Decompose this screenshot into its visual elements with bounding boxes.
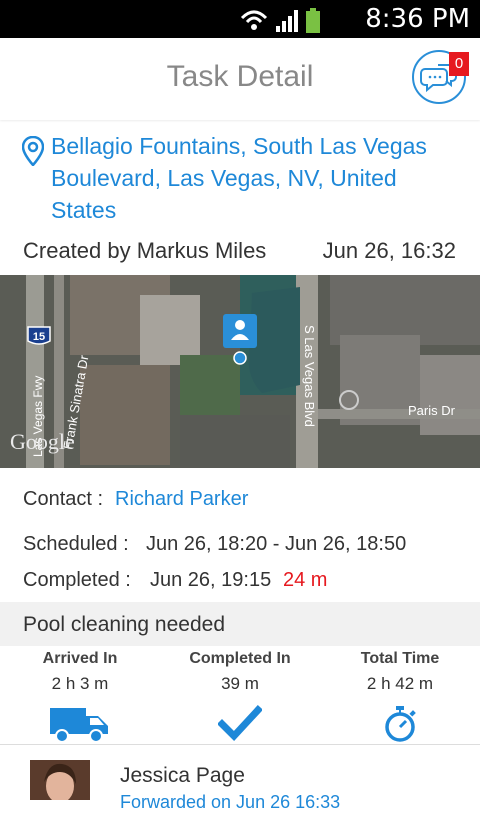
scheduled-label: Scheduled : — [23, 533, 129, 555]
stat-label: Arrived In — [42, 650, 118, 667]
map-label-paris-dr: Paris Dr — [408, 403, 456, 418]
status-icons — [238, 6, 358, 39]
stat-label: Completed In — [189, 650, 291, 667]
location-pin-icon — [21, 135, 45, 171]
completed-late-badge: 24 m — [283, 569, 328, 591]
status-bar: 8:36 PM — [0, 0, 480, 38]
assignee-name: Jessica Page — [120, 764, 245, 787]
stat-arrived-in: Arrived In 2 h 3 m — [0, 650, 160, 749]
stat-completed-in: Completed In 39 m — [160, 650, 320, 749]
checkmark-icon — [217, 705, 263, 742]
page-title: Task Detail — [166, 60, 314, 93]
completed-value: Jun 26, 19:15 — [150, 569, 272, 591]
assignee-forwarded: Forwarded on Jun 26 16:33 — [120, 792, 341, 812]
map-google-logo: Google — [10, 429, 75, 454]
stopwatch-icon — [385, 706, 416, 742]
stat-total-time: Total Time 2 h 42 m — [320, 650, 480, 749]
interstate-15-label: 15 — [33, 331, 45, 343]
task-address[interactable]: Bellagio Fountains, South Las Vegas Boul… — [51, 130, 461, 226]
app-header: Task Detail 0 — [0, 38, 480, 120]
status-time: 8:36 PM — [365, 4, 470, 34]
signal-icon — [276, 10, 298, 32]
chat-count-badge: 0 — [449, 52, 469, 76]
stat-value: 2 h 3 m — [51, 674, 109, 693]
task-note: Pool cleaning needed — [23, 613, 226, 636]
section-divider — [0, 744, 480, 745]
truck-icon — [50, 708, 108, 743]
stat-value: 2 h 42 m — [366, 674, 434, 693]
map-view[interactable]: 15 Frank Sinatra Dr Las Vegas Fwy S Las … — [0, 275, 480, 468]
map-label-las-vegas-blvd: S Las Vegas Blvd — [302, 325, 317, 427]
battery-icon — [306, 8, 320, 33]
contact-name-link[interactable]: Richard Parker — [115, 488, 248, 511]
scheduled-value: Jun 26, 18:20 - Jun 26, 18:50 — [146, 533, 407, 555]
contact-label: Contact : — [23, 488, 104, 510]
created-by: Created by Markus Miles — [23, 238, 267, 263]
stat-label: Total Time — [360, 650, 440, 667]
avatar — [30, 760, 90, 800]
task-note-bar: Pool cleaning needed — [0, 602, 480, 646]
created-date: Jun 26, 16:32 — [322, 238, 456, 263]
wifi-icon — [240, 10, 268, 30]
completed-label: Completed : — [23, 569, 131, 591]
stat-value: 39 m — [221, 674, 259, 693]
